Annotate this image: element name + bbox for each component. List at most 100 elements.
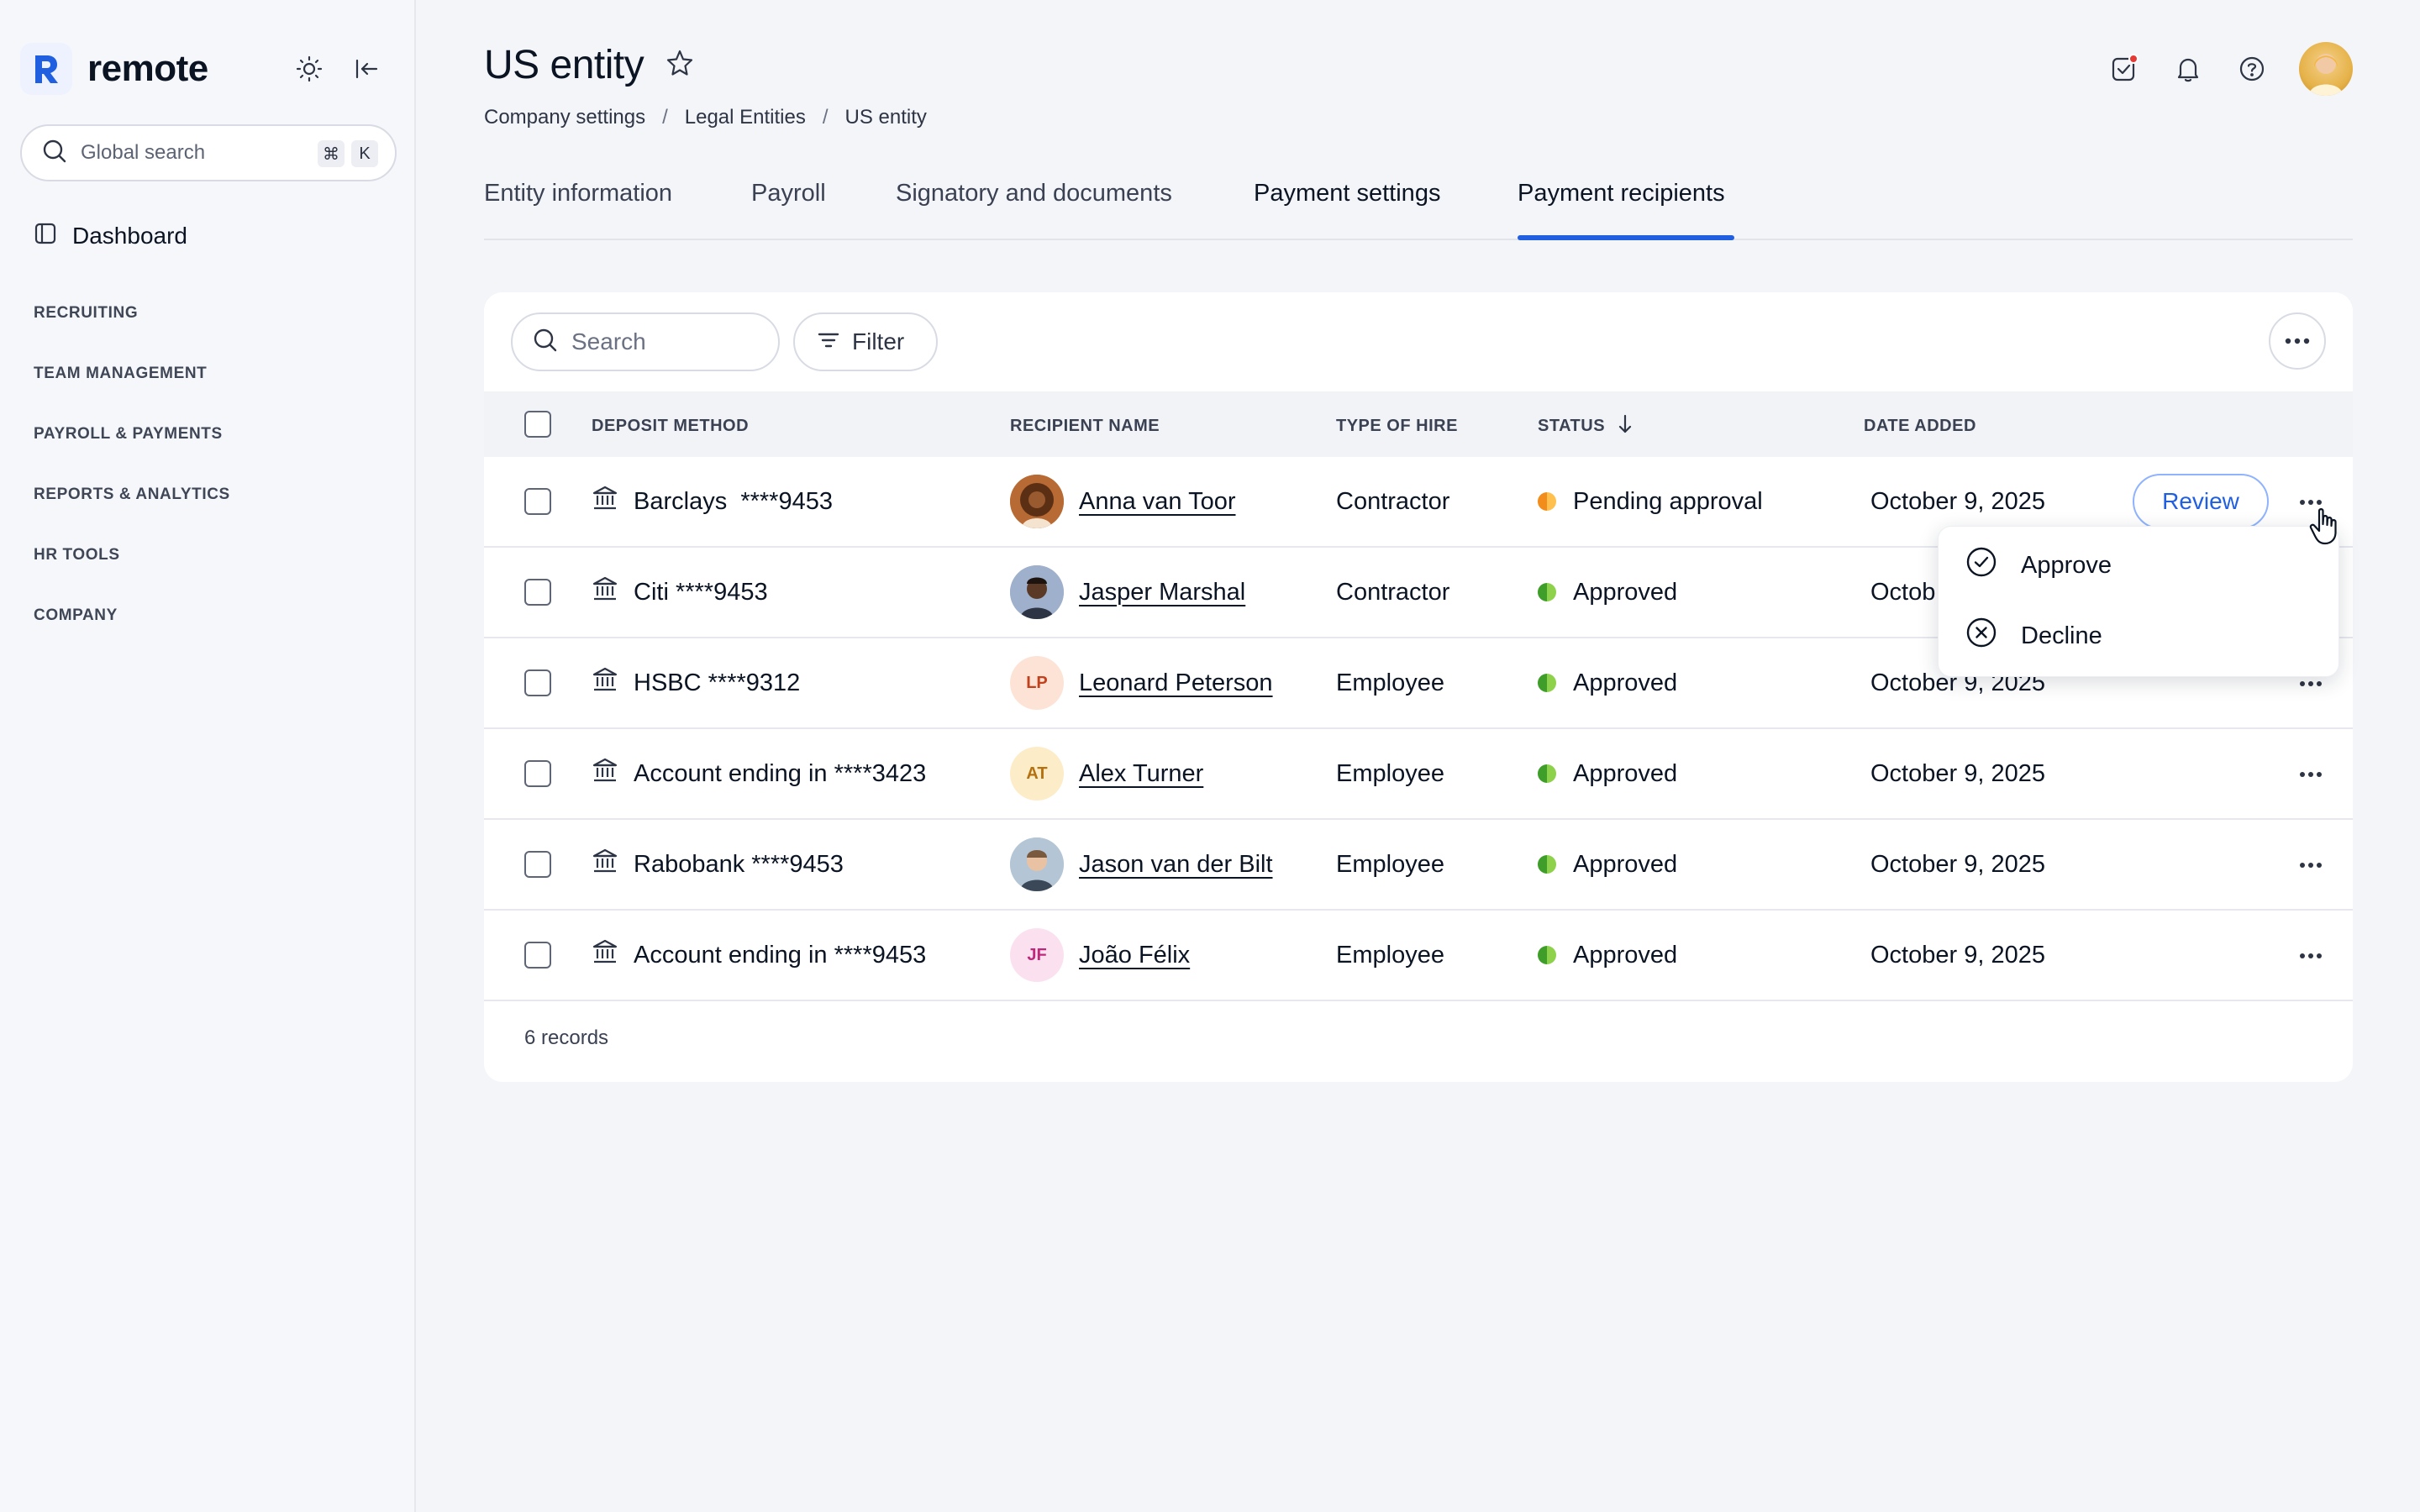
date-added: October 9, 2025 (1870, 759, 2045, 787)
recipient-name-cell: JF João Félix (1010, 911, 1190, 1000)
status-cell: Approved (1538, 820, 1677, 909)
status-pending-dot-icon (1538, 492, 1556, 511)
help-icon[interactable] (2235, 52, 2269, 86)
type-of-hire: Contractor (1336, 487, 1450, 515)
recipient-name-link[interactable]: Anna van Toor (1079, 488, 1236, 516)
more-horizontal-icon (2300, 500, 2322, 505)
deposit-method-cell: Account ending in ****9453 (592, 911, 926, 1000)
status-text: Approved (1573, 669, 1678, 696)
deposit-method-text: Account ending in ****3423 (634, 759, 927, 787)
breadcrumb-us-entity: US entity (844, 106, 927, 129)
type-of-hire: Employee (1336, 850, 1444, 878)
column-status[interactable]: STATUS (1538, 417, 1605, 436)
row-actions-menu: Approve Decline (1938, 526, 2339, 677)
sidebar-item-reports-analytics[interactable]: REPORTS & ANALYTICS (34, 486, 230, 504)
sidebar-item-team-management[interactable]: TEAM MANAGEMENT (34, 365, 207, 383)
type-of-hire: Employee (1336, 759, 1444, 787)
payment-recipients-card: Search Filter DEPOSIT METHOD RECIPIENT N… (484, 292, 2353, 1082)
breadcrumb-legal-entities[interactable]: Legal Entities (685, 106, 806, 129)
sidebar-item-company[interactable]: COMPANY (34, 606, 118, 625)
recipient-avatar (1010, 837, 1064, 891)
tab-entity-information[interactable]: Entity information (484, 180, 672, 207)
deposit-method-text: Citi ****9453 (634, 578, 768, 606)
status-cell: Pending approval (1538, 457, 1763, 546)
table-more-options-button[interactable] (2269, 312, 2326, 370)
date-added: October 9, 2025 (1870, 850, 2045, 878)
tasks-icon[interactable] (2107, 52, 2141, 86)
review-button[interactable]: Review (2133, 474, 2269, 529)
menu-item-decline-label: Decline (2021, 622, 2102, 649)
bank-icon (592, 666, 618, 700)
column-type-of-hire: TYPE OF HIRE (1336, 417, 1458, 435)
status-text: Approved (1573, 941, 1678, 969)
remote-logo-icon[interactable] (20, 43, 72, 95)
more-horizontal-icon (2300, 953, 2322, 958)
date-added: Octob (1870, 578, 1936, 606)
tab-payroll[interactable]: Payroll (751, 180, 826, 207)
deposit-method-text: Barclays ****9453 (634, 487, 833, 515)
notifications-bell-icon[interactable] (2171, 52, 2205, 86)
row-checkbox[interactable] (524, 760, 551, 787)
breadcrumb-company-settings[interactable]: Company settings (484, 106, 645, 129)
collapse-sidebar-icon[interactable] (351, 54, 381, 84)
deposit-method-text: Rabobank ****9453 (634, 850, 844, 878)
type-of-hire: Employee (1336, 669, 1444, 696)
bank-icon (592, 848, 618, 881)
status-text: Approved (1573, 850, 1678, 878)
row-checkbox[interactable] (524, 851, 551, 878)
menu-item-approve-label: Approve (2021, 551, 2112, 579)
recipient-name-cell: Anna van Toor (1010, 457, 1236, 546)
recipient-name-link[interactable]: João Félix (1079, 942, 1190, 969)
row-checkbox[interactable] (524, 942, 551, 969)
global-search-input[interactable]: Global search ⌘ K (20, 124, 397, 181)
user-avatar[interactable] (2299, 42, 2353, 96)
search-icon (42, 139, 67, 168)
menu-item-decline[interactable]: Decline (1965, 611, 2102, 661)
check-circle-icon (1965, 546, 1997, 585)
table-search-placeholder: Search (571, 328, 646, 354)
menu-item-approve[interactable]: Approve (1965, 540, 2112, 591)
deposit-method-text: HSBC ****9312 (634, 669, 801, 696)
recipient-name-link[interactable]: Leonard Peterson (1079, 669, 1273, 697)
tab-payment-recipients[interactable]: Payment recipients (1518, 180, 1725, 207)
table-row: Account ending in ****9453 JF João Félix… (484, 911, 2353, 1001)
row-checkbox[interactable] (524, 669, 551, 696)
brand-name: remote (87, 48, 208, 89)
tab-payment-settings[interactable]: Payment settings (1254, 180, 1440, 207)
table-search-input[interactable]: Search (511, 312, 780, 371)
select-all-checkbox[interactable] (524, 411, 551, 438)
status-cell: Approved (1538, 638, 1677, 727)
recipient-name-link[interactable]: Jason van der Bilt (1079, 851, 1273, 879)
tab-signatory-and-documents[interactable]: Signatory and documents (896, 180, 1172, 207)
filter-button-label: Filter (852, 328, 905, 354)
search-icon (533, 328, 558, 357)
recipient-avatar (1010, 565, 1064, 619)
table-header: DEPOSIT METHOD RECIPIENT NAME TYPE OF HI… (484, 391, 2353, 457)
row-more-options-button[interactable] (2292, 756, 2329, 793)
row-more-options-button[interactable] (2292, 937, 2329, 974)
recipient-name-link[interactable]: Jasper Marshal (1079, 579, 1245, 606)
date-added: October 9, 2025 (1870, 941, 2045, 969)
status-cell: Approved (1538, 729, 1677, 818)
filter-button[interactable]: Filter (793, 312, 938, 371)
sort-descending-arrow-icon[interactable] (1617, 413, 1634, 439)
row-checkbox[interactable] (524, 579, 551, 606)
sidebar-item-hr-tools[interactable]: HR TOOLS (34, 546, 120, 564)
breadcrumb-separator: / (662, 106, 668, 129)
sidebar-item-recruiting[interactable]: RECRUITING (34, 304, 138, 323)
status-approved-dot-icon (1538, 674, 1556, 692)
dashboard-icon (34, 222, 57, 249)
column-recipient-name: RECIPIENT NAME (1010, 417, 1160, 435)
sidebar-item-payroll-payments[interactable]: PAYROLL & PAYMENTS (34, 425, 223, 444)
deposit-method-cell: Account ending in ****3423 (592, 729, 926, 818)
sidebar-item-dashboard[interactable]: Dashboard (34, 222, 187, 249)
status-text: Pending approval (1573, 487, 1763, 515)
more-horizontal-icon (2300, 863, 2322, 868)
recipient-name-link[interactable]: Alex Turner (1079, 760, 1203, 788)
x-circle-icon (1965, 617, 1997, 655)
row-checkbox[interactable] (524, 488, 551, 515)
favorite-star-icon[interactable] (666, 49, 694, 81)
theme-toggle-sun-icon[interactable] (294, 54, 324, 84)
page-title: US entity (484, 43, 644, 87)
row-more-options-button[interactable] (2292, 847, 2329, 884)
